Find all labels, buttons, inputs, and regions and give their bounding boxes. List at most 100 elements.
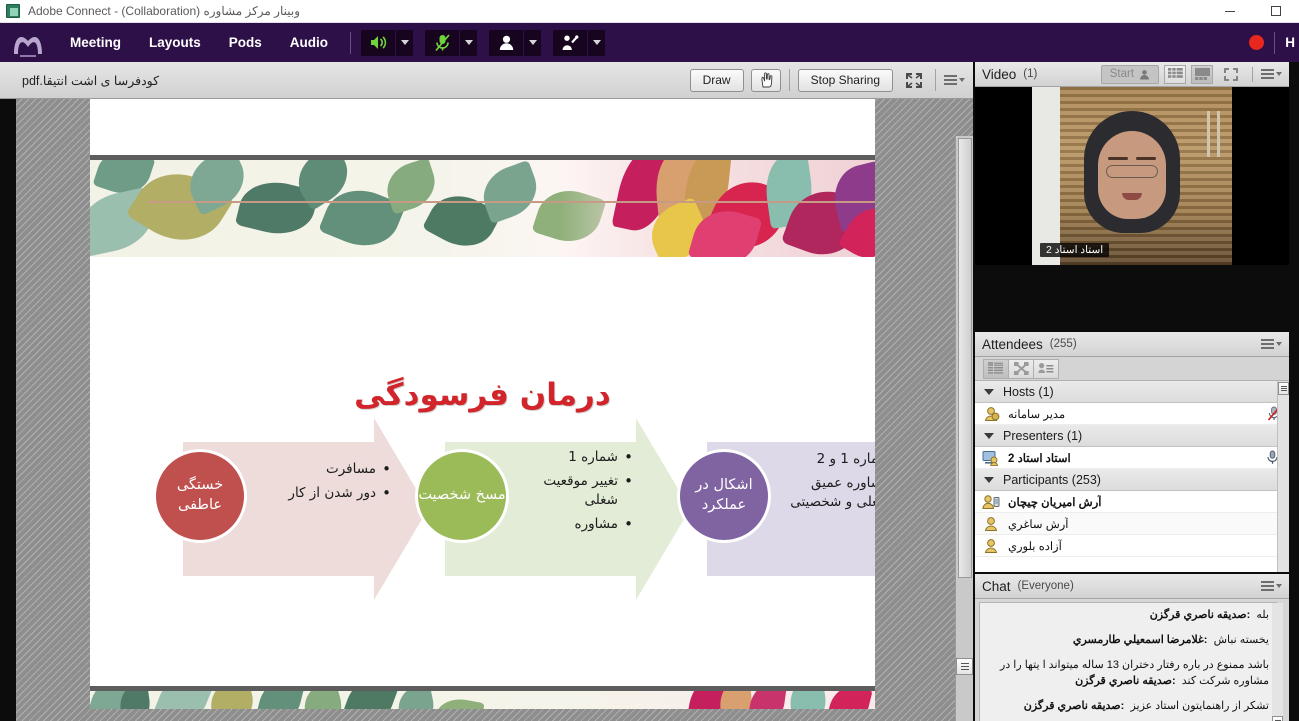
process-diagram: خستگی عاطفی مسافرت دور شدن از کار bbox=[125, 404, 875, 614]
start-webcam-button[interactable]: Start bbox=[1101, 65, 1159, 84]
stage-2-bullet-1: تغییر موقعیت شغلی bbox=[513, 472, 633, 510]
video-pod-menu-icon[interactable] bbox=[1261, 69, 1282, 79]
webcam-toggle[interactable] bbox=[489, 30, 523, 56]
video-stage: استاد استاد 2 bbox=[975, 87, 1289, 265]
attendee-name: آرش ساغري bbox=[1008, 517, 1068, 531]
document-vertical-scrollbar[interactable] bbox=[955, 136, 973, 721]
group-participants-label: Participants (253) bbox=[1003, 473, 1101, 487]
speaker-control-group bbox=[361, 30, 413, 56]
raise-hand-dropdown-arrow[interactable] bbox=[588, 30, 605, 56]
adobe-connect-window: وبینار مرکز مشاوره (Collaboration) - Ado… bbox=[0, 0, 1299, 721]
chevron-down-icon[interactable] bbox=[984, 477, 994, 483]
process-stage-3-bullets: شماره 1 و 2 مشاوره عمیق شغلی و شخصیتی bbox=[775, 450, 875, 517]
draw-button[interactable]: Draw bbox=[690, 69, 744, 92]
stop-sharing-button[interactable]: Stop Sharing bbox=[798, 69, 893, 92]
chat-message: باشد ممنوع در باره رفتار دختران 13 ساله … bbox=[987, 658, 1269, 690]
menu-meeting[interactable]: Meeting bbox=[56, 29, 135, 56]
start-webcam-label: Start bbox=[1110, 68, 1134, 80]
participant-icon bbox=[982, 515, 1000, 532]
window-title-bar: وبینار مرکز مشاوره (Collaboration) - Ado… bbox=[0, 0, 1299, 23]
share-pod: کودفرسا ی اشت انتیقا.pdf Draw Stop Shari… bbox=[0, 62, 973, 721]
webcam-person bbox=[1084, 111, 1180, 233]
menu-pods[interactable]: Pods bbox=[215, 29, 276, 56]
pointer-icon[interactable] bbox=[751, 69, 781, 92]
document-scroll-grip[interactable] bbox=[956, 658, 973, 675]
recording-dot bbox=[1249, 35, 1264, 50]
maximize-icon[interactable] bbox=[1253, 0, 1299, 23]
document-viewport: درمان فرسودگی خستگی عاطفی bbox=[0, 99, 973, 721]
attendees-scroll-grip[interactable] bbox=[1278, 382, 1289, 395]
chat-message-list[interactable]: بله :صدیقه ناصري قرگزن یخسته نباش :غلامر… bbox=[979, 602, 1277, 721]
filmstrip-view-icon[interactable] bbox=[1191, 65, 1213, 84]
stage-3-bullet-1: مشاوره عمیق شغلی و شخصیتی bbox=[775, 474, 875, 512]
stage-3-circle-label: اشکال در عملکرد bbox=[680, 476, 768, 515]
attendees-pod-title: Attendees bbox=[982, 337, 1043, 352]
microphone-dropdown-arrow[interactable] bbox=[460, 30, 477, 56]
group-participants[interactable]: Participants (253) bbox=[975, 469, 1289, 491]
chat-message-sender: غلامرضا اسمعیلي طارمسري bbox=[1073, 634, 1204, 646]
host-role-label: H bbox=[1285, 35, 1299, 50]
attendees-scrollbar[interactable] bbox=[1277, 381, 1289, 572]
presenter-screen-icon bbox=[982, 449, 1000, 466]
menu-divider-right bbox=[1274, 32, 1275, 54]
attendee-row-participant-2[interactable]: آزاده بلوري bbox=[975, 535, 1289, 557]
attendee-row-presenter-0[interactable]: استاد استاد 2 bbox=[975, 447, 1289, 469]
attendees-pod-header: Attendees (255) bbox=[975, 332, 1289, 357]
chat-pod-title: Chat bbox=[982, 579, 1011, 594]
process-stage-2-circle: مسخ شخصیت bbox=[415, 449, 509, 543]
chat-scroll-grip[interactable] bbox=[1272, 716, 1283, 721]
group-presenters[interactable]: Presenters (1) bbox=[975, 425, 1289, 447]
chat-message: یخسته نباش :غلامرضا اسمعیلي طارمسري bbox=[987, 633, 1269, 649]
list-view-icon[interactable] bbox=[983, 359, 1009, 379]
chat-message: بله :صدیقه ناصري قرگزن bbox=[987, 608, 1269, 624]
stage-2-bullet-2: مشاوره bbox=[513, 515, 633, 534]
webcam-stream[interactable]: استاد استاد 2 bbox=[1032, 87, 1232, 265]
video-fullscreen-icon[interactable] bbox=[1218, 63, 1244, 86]
slide-top-margin bbox=[90, 99, 875, 155]
chat-scope-label: (Everyone) bbox=[1018, 580, 1074, 592]
attendee-row-host-0[interactable]: مدیر سامانه bbox=[975, 403, 1289, 425]
slide-floral-footer bbox=[90, 691, 875, 709]
attendees-pod-menu-icon[interactable] bbox=[1261, 339, 1282, 349]
chat-message-sender: صدیقه ناصري قرگزن bbox=[1024, 700, 1121, 712]
webcam-blind-cord bbox=[1207, 111, 1210, 157]
attendee-name: آرش امیریان چیچان bbox=[1008, 495, 1101, 509]
attendees-list[interactable]: Hosts (1) مدیر سامانه bbox=[975, 381, 1289, 572]
participant-mobile-icon bbox=[982, 493, 1000, 510]
chat-pod-menu-icon[interactable] bbox=[1261, 581, 1282, 591]
person-details-icon[interactable] bbox=[1033, 359, 1059, 379]
group-hosts[interactable]: Hosts (1) bbox=[975, 381, 1289, 403]
window-title: وبینار مرکز مشاوره (Collaboration) - Ado… bbox=[28, 4, 300, 18]
video-stream-label: استاد استاد 2 bbox=[1040, 243, 1109, 257]
attendee-row-participant-1[interactable]: آرش ساغري bbox=[975, 513, 1289, 535]
process-stage-1-bullets: مسافرت دور شدن از کار bbox=[251, 460, 391, 508]
webcam-control-group bbox=[489, 30, 541, 56]
attendee-row-participant-0[interactable]: آرش امیریان چیچان bbox=[975, 491, 1289, 513]
minimize-icon[interactable] bbox=[1207, 0, 1253, 23]
speaker-dropdown-arrow[interactable] bbox=[396, 30, 413, 56]
webcam-dropdown-arrow[interactable] bbox=[524, 30, 541, 56]
menu-audio[interactable]: Audio bbox=[276, 29, 342, 56]
pdf-slide-page: درمان فرسودگی خستگی عاطفی bbox=[90, 99, 875, 709]
document-scroll-thumb[interactable] bbox=[958, 138, 972, 578]
chat-scrollbar[interactable] bbox=[1272, 603, 1283, 721]
webcam-blind-cord-2 bbox=[1217, 111, 1220, 157]
chat-message-sender: صدیقه ناصري قرگزن bbox=[1075, 675, 1172, 687]
person-icon bbox=[1139, 69, 1150, 80]
speaker-toggle[interactable] bbox=[361, 30, 395, 56]
chevron-down-icon[interactable] bbox=[984, 433, 994, 439]
share-pod-menu-icon[interactable] bbox=[944, 75, 965, 85]
chat-message-text: تشکر از راهنمایتون استاد عزیز bbox=[1130, 700, 1269, 712]
breakout-rooms-icon[interactable] bbox=[1008, 359, 1034, 379]
meeting-stage: کودفرسا ی اشت انتیقا.pdf Draw Stop Shari… bbox=[0, 62, 1299, 721]
chat-message-sender: صدیقه ناصري قرگزن bbox=[1150, 609, 1247, 621]
raise-hand-control-group bbox=[553, 30, 605, 56]
microphone-toggle[interactable] bbox=[425, 30, 459, 56]
process-stage-2-bullets: شماره 1 تغییر موقعیت شغلی مشاوره bbox=[513, 448, 633, 540]
raise-hand[interactable] bbox=[553, 30, 587, 56]
menu-layouts[interactable]: Layouts bbox=[135, 29, 215, 56]
video-pod: Video (1) Start bbox=[975, 62, 1289, 265]
fullscreen-icon[interactable] bbox=[901, 69, 927, 92]
chevron-down-icon[interactable] bbox=[984, 389, 994, 395]
grid-view-icon[interactable] bbox=[1164, 65, 1186, 84]
